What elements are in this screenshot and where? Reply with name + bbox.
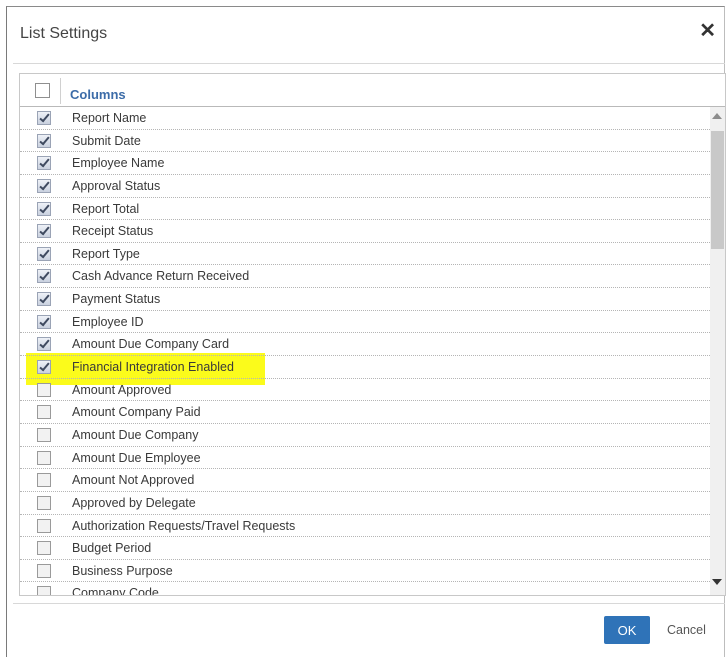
select-all-checkbox[interactable] (35, 83, 50, 98)
column-label: Report Name (72, 111, 147, 125)
column-label: Approved by Delegate (72, 495, 196, 510)
column-checkbox[interactable] (37, 224, 51, 239)
cancel-button[interactable]: Cancel (667, 623, 706, 637)
list-settings-dialog: List Settings ✕ Columns Report Name Submi… (6, 6, 726, 657)
scroll-up-icon[interactable] (712, 113, 722, 119)
column-checkbox[interactable] (37, 495, 51, 510)
column-label: Approval Status (72, 178, 161, 193)
column-checkbox[interactable] (37, 156, 51, 171)
column-label: Budget Period (72, 541, 152, 556)
columns-grid: Columns Report Name Submit Date Employee N… (19, 73, 726, 596)
column-label: Authorization Requests/Travel Requests (72, 518, 296, 533)
column-label: Financial Integration Enabled (72, 360, 234, 375)
column-checkbox[interactable] (37, 586, 51, 595)
list-item[interactable]: Cash Advance Return Received (20, 265, 710, 289)
column-label: Payment Status (72, 292, 161, 307)
column-checkbox[interactable] (37, 133, 51, 148)
column-label: Receipt Status (72, 224, 154, 239)
column-checkbox[interactable] (37, 178, 51, 193)
list-item[interactable]: Report Type (20, 243, 710, 266)
column-label: Amount Not Approved (72, 473, 195, 488)
column-checkbox[interactable] (37, 382, 51, 397)
list-item[interactable]: Submit Date (20, 130, 710, 153)
column-checkbox[interactable] (37, 473, 51, 488)
column-label: Amount Company Paid (72, 405, 201, 420)
column-label: Company Code (72, 586, 159, 596)
column-label: Amount Due Employee (72, 450, 201, 465)
scroll-thumb[interactable] (711, 131, 724, 249)
column-checkbox[interactable] (37, 563, 51, 578)
list-item[interactable]: Amount Company Paid (20, 401, 710, 424)
column-label: Amount Due Company (72, 427, 199, 442)
header-divider (60, 78, 61, 104)
column-checkbox[interactable] (37, 360, 51, 375)
columns-header[interactable]: Columns (70, 87, 126, 102)
list-item[interactable]: Financial Integration Enabled (20, 356, 710, 379)
column-checkbox[interactable] (37, 269, 51, 284)
list-item[interactable]: Amount Approved (20, 379, 710, 402)
column-checkbox[interactable] (37, 427, 51, 442)
columns-list: Report Name Submit Date Employee Name Appro… (20, 107, 710, 596)
column-label: Amount Approved (72, 382, 172, 397)
column-checkbox[interactable] (37, 518, 51, 533)
list-item[interactable]: Company Code (20, 582, 710, 596)
vertical-scrollbar[interactable] (710, 107, 725, 595)
list-item[interactable]: Amount Due Employee (20, 447, 710, 470)
column-label: Business Purpose (72, 563, 173, 578)
scroll-down-icon[interactable] (712, 579, 722, 585)
column-checkbox[interactable] (37, 246, 51, 261)
list-item[interactable]: Employee Name (20, 152, 710, 175)
column-checkbox[interactable] (37, 450, 51, 465)
column-label: Employee ID (72, 314, 144, 329)
column-label: Submit Date (72, 133, 141, 148)
list-item[interactable]: Approved by Delegate (20, 492, 710, 515)
list-item[interactable]: Business Purpose (20, 560, 710, 583)
close-icon[interactable]: ✕ (699, 21, 716, 41)
column-checkbox[interactable] (37, 337, 51, 352)
list-item[interactable]: Employee ID (20, 311, 710, 334)
grid-header: Columns (20, 74, 725, 107)
column-label: Cash Advance Return Received (72, 269, 250, 284)
list-item[interactable]: Authorization Requests/Travel Requests (20, 515, 710, 538)
list-item[interactable]: Report Name (20, 107, 710, 130)
column-label: Report Type (72, 246, 140, 261)
column-label: Employee Name (72, 156, 165, 171)
column-label: Amount Due Company Card (72, 337, 230, 352)
column-label: Report Total (72, 201, 140, 216)
column-checkbox[interactable] (37, 405, 51, 420)
list-item[interactable]: Amount Due Company (20, 424, 710, 447)
column-checkbox[interactable] (37, 541, 51, 556)
column-checkbox[interactable] (37, 292, 51, 307)
ok-button[interactable]: OK (604, 616, 650, 644)
list-item[interactable]: Approval Status (20, 175, 710, 198)
list-item[interactable]: Payment Status (20, 288, 710, 311)
column-checkbox[interactable] (37, 111, 51, 125)
column-checkbox[interactable] (37, 314, 51, 329)
list-item[interactable]: Amount Not Approved (20, 469, 710, 492)
column-checkbox[interactable] (37, 201, 51, 216)
list-item[interactable]: Receipt Status (20, 220, 710, 243)
list-item[interactable]: Report Total (20, 198, 710, 221)
footer-divider (13, 603, 725, 604)
title-divider (13, 63, 725, 64)
dialog-title: List Settings (20, 25, 108, 42)
list-item[interactable]: Amount Due Company Card (20, 333, 710, 357)
header-check-cell (20, 74, 60, 106)
list-item[interactable]: Budget Period (20, 537, 710, 560)
